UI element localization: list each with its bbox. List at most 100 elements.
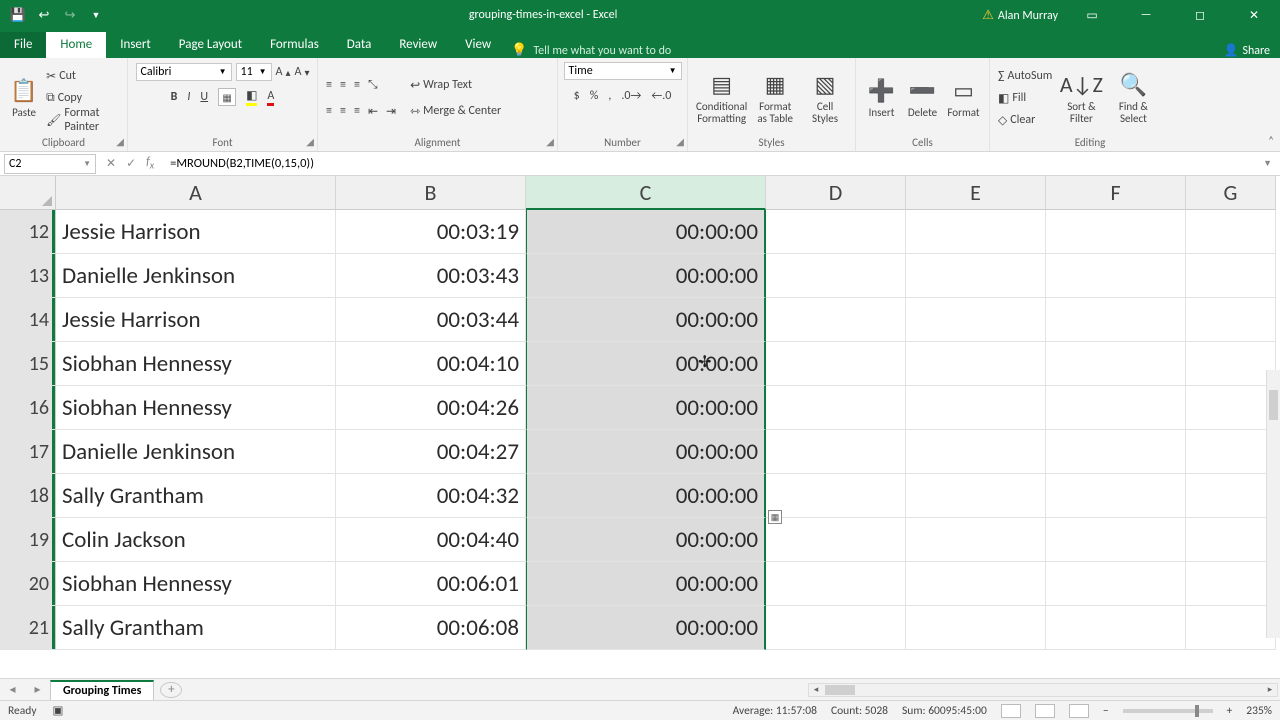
zoom-level[interactable]: 235%: [1246, 704, 1272, 718]
orientation-icon[interactable]: ⤡: [368, 75, 378, 95]
cell[interactable]: [906, 342, 1046, 386]
sort-filter-button[interactable]: A↓ZSort & Filter: [1058, 65, 1104, 131]
fill-button[interactable]: ◧Fill: [998, 88, 1052, 108]
cell[interactable]: [766, 474, 906, 518]
format-as-table-button[interactable]: ▦Format as Table: [753, 65, 797, 131]
hscroll-thumb[interactable]: [825, 685, 855, 695]
cell[interactable]: [906, 298, 1046, 342]
wrap-text-button[interactable]: ↩Wrap Text: [410, 75, 501, 95]
view-pagelayout-icon[interactable]: [1035, 704, 1055, 718]
qat-customize-icon[interactable]: ▼: [88, 7, 104, 23]
cell[interactable]: 00:04:32: [336, 474, 526, 518]
name-box[interactable]: C2▼: [4, 154, 96, 174]
increase-font-icon[interactable]: A▴: [276, 62, 291, 82]
cell[interactable]: 00:04:40: [336, 518, 526, 562]
align-right-icon[interactable]: ≡: [354, 101, 360, 121]
cell[interactable]: [1186, 562, 1276, 606]
minimize-icon[interactable]: —: [1126, 0, 1166, 30]
cell[interactable]: 00:00:00: [526, 606, 766, 650]
tab-pagelayout[interactable]: Page Layout: [165, 32, 256, 58]
tab-home[interactable]: Home: [46, 32, 106, 58]
cell[interactable]: [766, 430, 906, 474]
font-name-dropdown[interactable]: Calibri▼: [136, 63, 232, 81]
cell[interactable]: [906, 606, 1046, 650]
macro-record-icon[interactable]: ▣: [53, 703, 64, 718]
col-header-g[interactable]: G: [1186, 176, 1276, 210]
cell[interactable]: [906, 254, 1046, 298]
accounting-format-icon[interactable]: $: [574, 86, 580, 106]
cell[interactable]: [1186, 298, 1276, 342]
number-dialog-icon[interactable]: ◢: [676, 135, 684, 148]
zoom-in-icon[interactable]: +: [1227, 704, 1233, 718]
worksheet-grid[interactable]: A B C D E F G 12131415161718192021 Jessi…: [0, 176, 1280, 678]
increase-decimal-icon[interactable]: .0→: [621, 86, 641, 106]
font-color-button[interactable]: A: [267, 87, 274, 107]
view-normal-icon[interactable]: [1001, 704, 1021, 718]
view-pagebreak-icon[interactable]: [1069, 704, 1089, 718]
col-header-f[interactable]: F: [1046, 176, 1186, 210]
cell[interactable]: 00:00:00: [526, 430, 766, 474]
cell[interactable]: Danielle Jenkinson: [56, 430, 336, 474]
format-cells-button[interactable]: ▭Format: [946, 65, 981, 131]
redo-icon[interactable]: ↪: [62, 7, 78, 23]
cell[interactable]: [1046, 606, 1186, 650]
col-header-b[interactable]: B: [336, 176, 526, 210]
ribbon-options-icon[interactable]: ▭: [1072, 0, 1112, 30]
cells-area[interactable]: Jessie Harrison00:03:1900:00:00Danielle …: [56, 210, 1280, 650]
borders-button[interactable]: ▦: [218, 87, 236, 107]
autosum-button[interactable]: ∑AutoSum: [998, 66, 1052, 86]
cell[interactable]: [766, 606, 906, 650]
cell[interactable]: 00:03:19: [336, 210, 526, 254]
col-header-d[interactable]: D: [766, 176, 906, 210]
cell[interactable]: 00:00:00: [526, 518, 766, 562]
col-header-a[interactable]: A: [56, 176, 336, 210]
cell[interactable]: [906, 430, 1046, 474]
percent-format-icon[interactable]: %: [590, 86, 599, 106]
row-header[interactable]: 15: [0, 342, 56, 386]
conditional-formatting-button[interactable]: ▤Conditional Formatting: [696, 65, 747, 131]
cancel-formula-icon[interactable]: ✕: [106, 156, 116, 171]
sheet-prev-icon[interactable]: ◂: [9, 682, 15, 697]
cell[interactable]: [906, 474, 1046, 518]
cell[interactable]: [1186, 430, 1276, 474]
row-header[interactable]: 16: [0, 386, 56, 430]
cell[interactable]: [1046, 562, 1186, 606]
align-center-icon[interactable]: ≡: [340, 101, 346, 121]
cell[interactable]: [766, 562, 906, 606]
cell[interactable]: 00:06:08: [336, 606, 526, 650]
cell[interactable]: 00:00:00: [526, 254, 766, 298]
row-header[interactable]: 21: [0, 606, 56, 650]
col-header-c[interactable]: C: [526, 176, 766, 210]
italic-button[interactable]: I: [187, 87, 190, 107]
vertical-scrollbar[interactable]: [1266, 370, 1280, 638]
cell[interactable]: Sally Grantham: [56, 474, 336, 518]
row-header[interactable]: 12: [0, 210, 56, 254]
font-size-dropdown[interactable]: 11▼: [236, 63, 272, 81]
cell[interactable]: 00:06:01: [336, 562, 526, 606]
cell[interactable]: 00:04:27: [336, 430, 526, 474]
cell[interactable]: [766, 518, 906, 562]
cell[interactable]: 00:03:44: [336, 298, 526, 342]
tab-view[interactable]: View: [451, 32, 505, 58]
tab-review[interactable]: Review: [385, 32, 451, 58]
clipboard-dialog-icon[interactable]: ◢: [116, 135, 124, 148]
find-select-button[interactable]: 🔍Find & Select: [1110, 65, 1156, 131]
tab-data[interactable]: Data: [333, 32, 386, 58]
cell[interactable]: Danielle Jenkinson: [56, 254, 336, 298]
undo-icon[interactable]: ↩: [36, 7, 52, 23]
clear-button[interactable]: ◇Clear: [998, 110, 1052, 130]
cell-styles-button[interactable]: ▧Cell Styles: [803, 65, 847, 131]
enter-formula-icon[interactable]: ✓: [126, 156, 136, 171]
cell[interactable]: [1046, 298, 1186, 342]
cell[interactable]: [1046, 474, 1186, 518]
cell[interactable]: 00:00:00: [526, 386, 766, 430]
cell[interactable]: Jessie Harrison: [56, 210, 336, 254]
cell[interactable]: [1046, 518, 1186, 562]
cell[interactable]: [766, 254, 906, 298]
vscroll-thumb[interactable]: [1269, 390, 1278, 420]
sheet-next-icon[interactable]: ▸: [34, 682, 40, 697]
insert-cells-button[interactable]: ➕Insert: [864, 65, 899, 131]
horizontal-scrollbar[interactable]: ◂ ▸: [808, 683, 1278, 697]
cell[interactable]: [1046, 430, 1186, 474]
save-icon[interactable]: 💾: [10, 7, 26, 23]
